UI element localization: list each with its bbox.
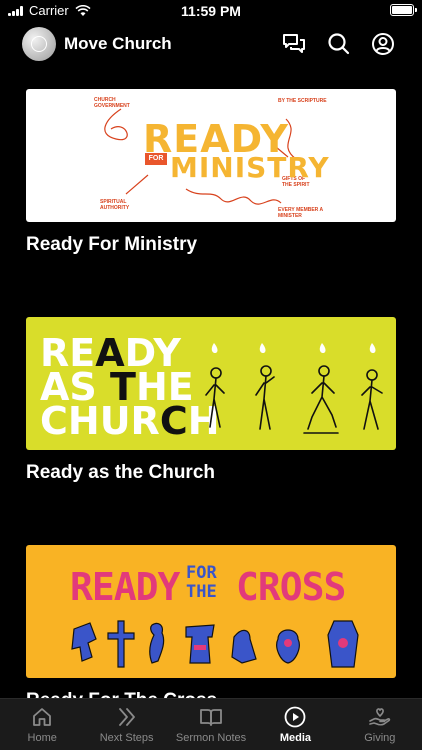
tab-sermon-notes[interactable]: Sermon Notes [169,699,253,750]
tab-label: Giving [364,732,396,744]
tab-label: Home [27,732,57,744]
cross-symbols-illustration [71,620,359,668]
home-icon [33,708,52,726]
media-card-ready-for-the-cross[interactable]: READY FOR THE CROSS Ready For The Cross [26,545,396,712]
artwork-subtitle: MINISTRY [170,151,330,184]
artwork-title: READY [70,565,180,609]
tab-media[interactable]: Media [253,699,337,750]
ready-for-ministry-artwork[interactable]: CHURCH GOVERNMENT BY THE SCRIPTURE GIFTS… [26,89,396,222]
book-icon [200,709,222,726]
app-header: Move Church [0,24,422,64]
artwork-line: CHURCH [40,399,220,443]
chevrons-icon [118,708,135,726]
app-title: Move Church [64,34,172,53]
tab-home[interactable]: Home [0,699,84,750]
play-circle-icon [285,706,306,728]
tab-label: Sermon Notes [175,732,247,744]
logo-mark-icon [31,36,47,52]
artwork-connector: FOR THE [186,563,217,602]
status-bar: Carrier 11:59 PM [0,0,422,22]
ready-for-the-cross-artwork[interactable]: READY FOR THE CROSS [26,545,396,678]
battery-icon [390,4,417,16]
media-title[interactable]: Ready For Ministry [26,234,396,256]
ready-as-the-church-artwork[interactable]: READY AS THE CHURCH [26,317,396,450]
tab-next-steps[interactable]: Next Steps [84,699,168,750]
figures-illustration [205,343,383,434]
media-card-ready-for-ministry[interactable]: CHURCH GOVERNMENT BY THE SCRIPTURE GIFTS… [26,89,396,256]
chat-icon[interactable] [281,31,307,57]
artwork-title: CROSS [236,565,346,609]
tab-label: Media [279,732,312,744]
church-logo-avatar[interactable] [22,27,56,61]
media-title[interactable]: Ready as the Church [26,462,396,484]
tab-giving[interactable]: Giving [338,699,422,750]
profile-icon[interactable] [370,31,396,57]
status-time: 11:59 PM [181,3,241,19]
artwork-tag: FOR [145,153,167,165]
search-icon[interactable] [326,31,352,57]
tab-label: Next Steps [99,732,154,744]
media-card-ready-as-the-church[interactable]: READY AS THE CHURCH Ready as the Church [26,317,396,484]
tab-bar: Home Next Steps Sermon Notes Media Givin… [0,698,422,750]
giving-hand-icon [369,708,391,726]
